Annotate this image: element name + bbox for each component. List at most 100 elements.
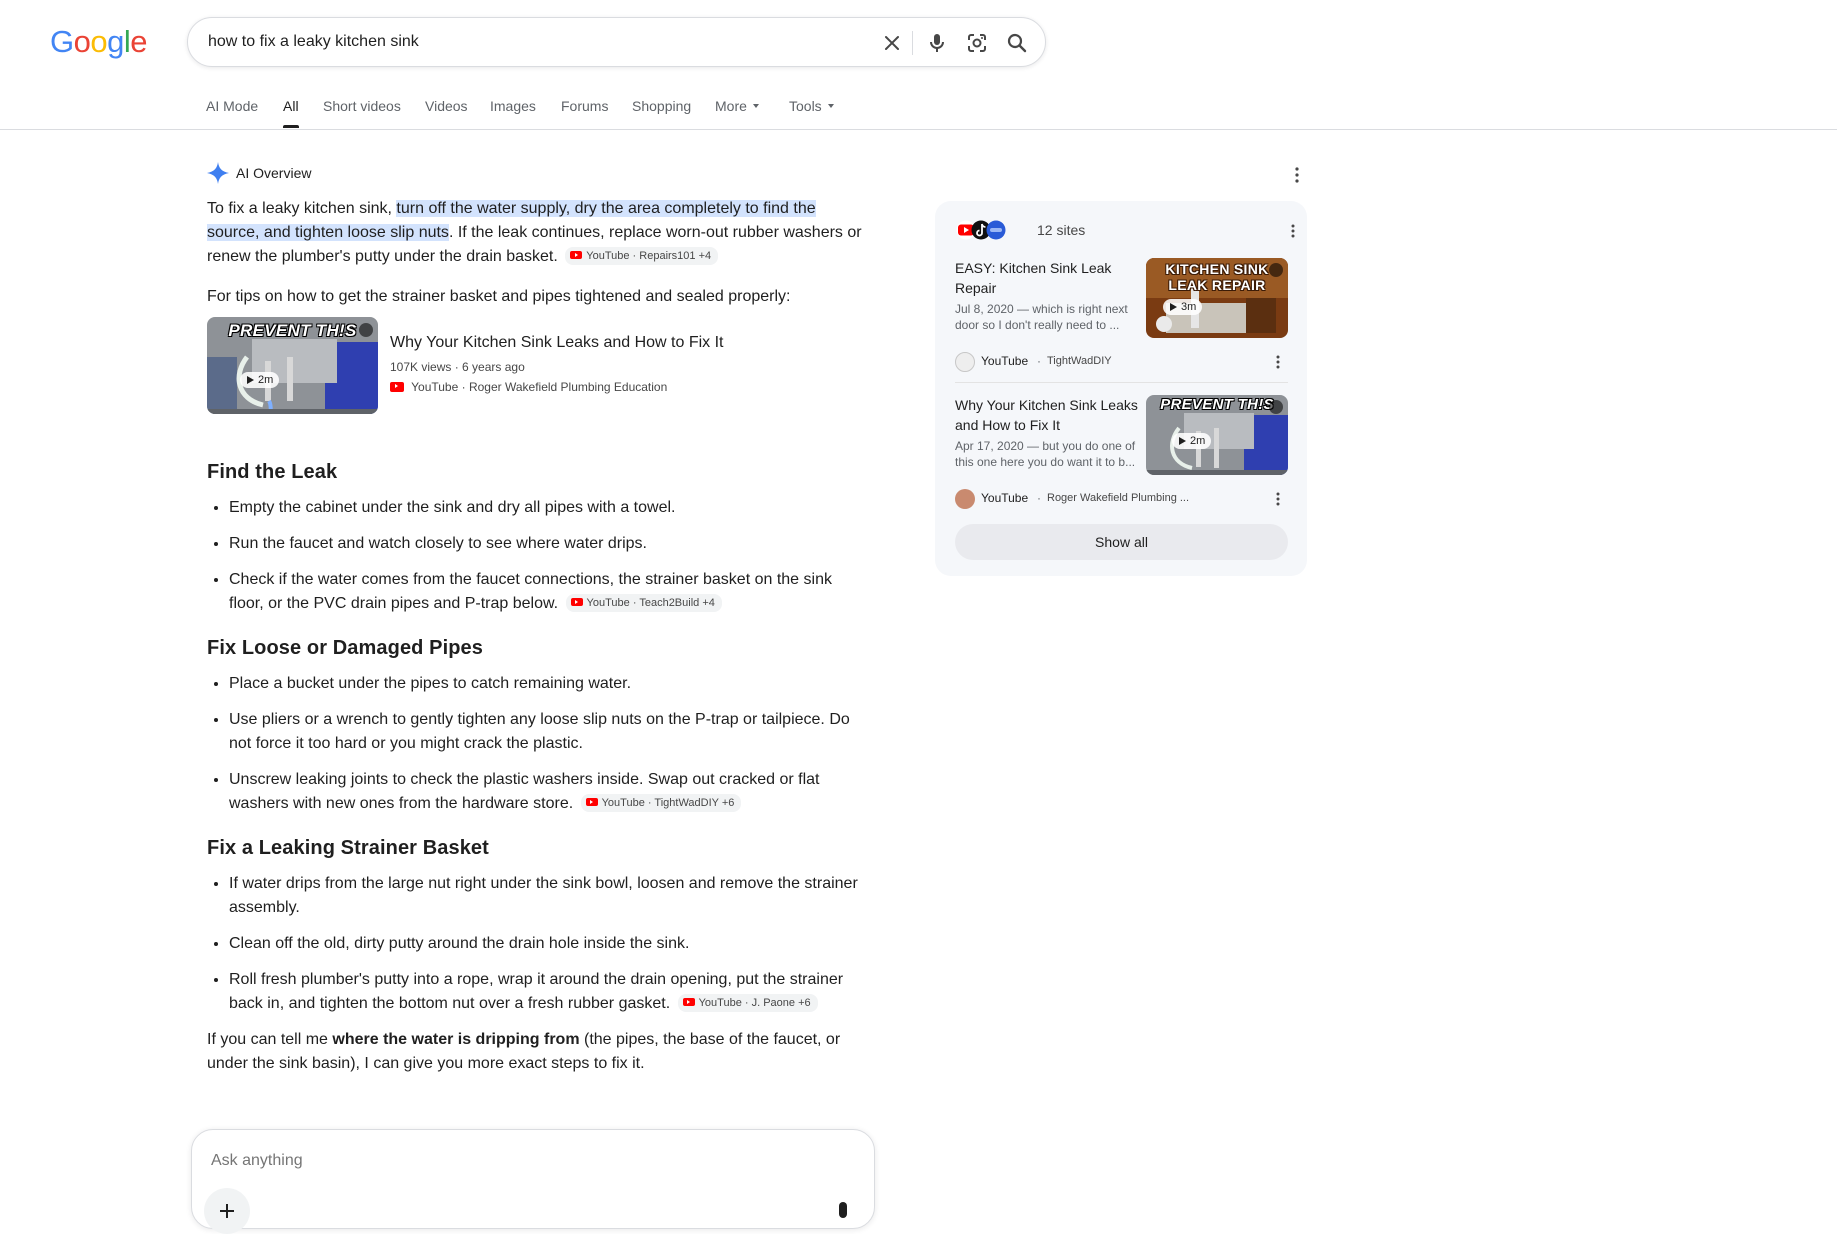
youtube-icon — [585, 797, 598, 806]
site-card[interactable]: Why Your Kitchen Sink Leaks and How to F… — [955, 395, 1288, 509]
tab-tools-label: Tools — [789, 98, 822, 114]
source-channel: TightWadDIY — [1047, 355, 1112, 367]
logo-letter: G — [50, 24, 74, 59]
site-card-source: YouTube · Roger Wakefield Plumbing ... — [955, 487, 1288, 511]
ask-anything-input[interactable] — [211, 1152, 711, 1170]
bullet-list: If water drips from the large nut right … — [207, 872, 862, 1016]
video-thumbnail[interactable]: PREVENT TH!S 2m — [207, 317, 378, 414]
intro-text: To fix a leaky kitchen sink, — [207, 200, 397, 217]
more-options-icon[interactable] — [1268, 489, 1288, 509]
section-title: Fix Loose or Damaged Pipes — [207, 637, 484, 659]
tab-tools[interactable]: Tools — [789, 98, 834, 114]
youtube-icon — [570, 250, 583, 259]
video-meta: 107K views · 6 years ago — [390, 360, 525, 374]
tab-videos[interactable]: Videos — [425, 98, 468, 114]
list-item-text: Clean off the old, dirty putty around th… — [229, 935, 690, 952]
microphone-icon[interactable] — [925, 31, 949, 55]
source-channel: Roger Wakefield Plumbing ... — [1047, 492, 1190, 504]
search-icon[interactable] — [1005, 31, 1029, 55]
section-fix-loose-pipes: Fix Loose or Damaged Pipes Place a bucke… — [207, 634, 862, 816]
site-card-snippet: Apr 17, 2020 — but you do one of this on… — [955, 439, 1136, 469]
site-card-snippet: Jul 8, 2020 — which is right next door s… — [955, 302, 1128, 332]
youtube-icon — [682, 997, 695, 1006]
youtube-icon — [570, 597, 583, 606]
list-item: Check if the water comes from the faucet… — [229, 568, 862, 616]
list-item-text: Empty the cabinet under the sink and dry… — [229, 499, 676, 516]
sites-panel: 12 sites EASY: Kitchen Sink Leak Repair … — [935, 201, 1307, 576]
section-title: Find the Leak — [207, 461, 338, 483]
video-result[interactable]: PREVENT TH!S 2m Why Your Kitchen Sink Le… — [207, 317, 862, 414]
expand-icon — [359, 323, 373, 337]
source-chip-label: YouTube · Repairs101 +4 — [586, 249, 712, 262]
logo-letter: g — [107, 24, 124, 59]
card-divider — [955, 382, 1288, 383]
more-options-icon[interactable] — [1285, 163, 1309, 187]
lens-camera-icon[interactable] — [965, 31, 989, 55]
site-card[interactable]: EASY: Kitchen Sink Leak Repair Jul 8, 20… — [955, 258, 1288, 372]
list-item-text: Run the faucet and watch closely to see … — [229, 535, 647, 552]
site-card-thumbnail[interactable]: PREVENT TH!S 2m — [1146, 395, 1288, 475]
tab-all[interactable]: All — [283, 98, 299, 128]
tab-images[interactable]: Images — [490, 98, 536, 114]
source-chip[interactable]: YouTube · TightWadDIY +6 — [580, 793, 742, 812]
list-item-text: Use pliers or a wrench to gently tighten… — [229, 711, 850, 752]
microphone-icon[interactable] — [832, 1196, 854, 1226]
search-input[interactable] — [208, 30, 848, 54]
bullet-list: Empty the cabinet under the sink and dry… — [207, 496, 862, 616]
tab-forums[interactable]: Forums — [561, 98, 608, 114]
more-options-icon[interactable] — [1283, 221, 1303, 241]
ask-anything-box — [191, 1129, 875, 1234]
site-card-source: YouTube · TightWadDIY — [955, 350, 1288, 374]
channel-avatar — [955, 352, 975, 372]
tab-more[interactable]: More — [715, 98, 759, 114]
youtube-icon — [390, 381, 404, 392]
source-chip-label: YouTube · J. Paone +6 — [698, 996, 811, 1009]
site-card-thumbnail-caption: PREVENT TH!S — [1160, 396, 1274, 413]
video-source-label: YouTube · Roger Wakefield Plumbing Educa… — [411, 380, 668, 394]
sites-count: 12 sites — [1037, 222, 1086, 238]
add-button[interactable] — [204, 1188, 250, 1234]
show-all-button[interactable]: Show all — [955, 524, 1288, 560]
source-chip-label: YouTube · TightWadDIY +6 — [601, 796, 735, 809]
source-name: YouTube — [981, 354, 1029, 368]
chevron-down-icon — [827, 104, 834, 109]
list-item-text: Place a bucket under the pipes to catch … — [229, 675, 632, 692]
section-fix-strainer-basket: Fix a Leaking Strainer Basket If water d… — [207, 834, 862, 1016]
site-card-thumbnail[interactable]: KITCHEN SINK LEAK REPAIR 3m — [1146, 258, 1288, 338]
video-thumbnail-caption: PREVENT TH!S — [228, 321, 357, 340]
chevron-down-icon — [752, 104, 759, 109]
list-item: Place a bucket under the pipes to catch … — [229, 672, 862, 696]
tab-shopping[interactable]: Shopping — [632, 98, 691, 114]
closing-bold: where the water is dripping from — [332, 1031, 580, 1048]
video-title[interactable]: Why Your Kitchen Sink Leaks and How to F… — [390, 331, 724, 355]
video-source: YouTube · Roger Wakefield Plumbing Educa… — [390, 379, 667, 395]
tab-ai-mode[interactable]: AI Mode — [206, 98, 258, 114]
search-divider — [912, 31, 913, 55]
site-card-title[interactable]: EASY: Kitchen Sink Leak Repair — [955, 258, 1141, 298]
tab-short-videos[interactable]: Short videos — [323, 98, 401, 114]
source-chip[interactable]: YouTube · Teach2Build +4 — [565, 593, 722, 612]
list-item-text: Check if the water comes from the faucet… — [229, 571, 832, 612]
list-item: Roll fresh plumber's putty into a rope, … — [229, 968, 862, 1016]
source-name: YouTube — [981, 491, 1029, 505]
section-find-the-leak: Find the Leak Empty the cabinet under th… — [207, 458, 862, 616]
list-item-text: If water drips from the large nut right … — [229, 875, 858, 916]
list-item: Empty the cabinet under the sink and dry… — [229, 496, 862, 520]
logo-letter: e — [130, 24, 148, 59]
more-options-icon[interactable] — [1268, 352, 1288, 372]
video-duration: 2m — [1172, 433, 1212, 449]
source-separator: · — [1037, 354, 1041, 368]
clear-icon[interactable] — [880, 31, 904, 55]
ai-overview-label: AI Overview — [236, 165, 312, 181]
video-duration: 3m — [1163, 299, 1203, 315]
source-chip-label: YouTube · Teach2Build +4 — [586, 596, 715, 609]
source-chip[interactable]: YouTube · J. Paone +6 — [677, 993, 818, 1012]
channel-avatar — [955, 489, 975, 509]
source-chip[interactable]: YouTube · Repairs101 +4 — [565, 246, 719, 265]
source-separator: · — [1037, 491, 1041, 505]
google-logo[interactable]: Google — [50, 24, 148, 60]
sparkle-icon — [206, 161, 230, 185]
site-card-title[interactable]: Why Your Kitchen Sink Leaks and How to F… — [955, 395, 1141, 435]
header-divider — [0, 129, 1837, 130]
video-duration: 2m — [240, 372, 280, 388]
